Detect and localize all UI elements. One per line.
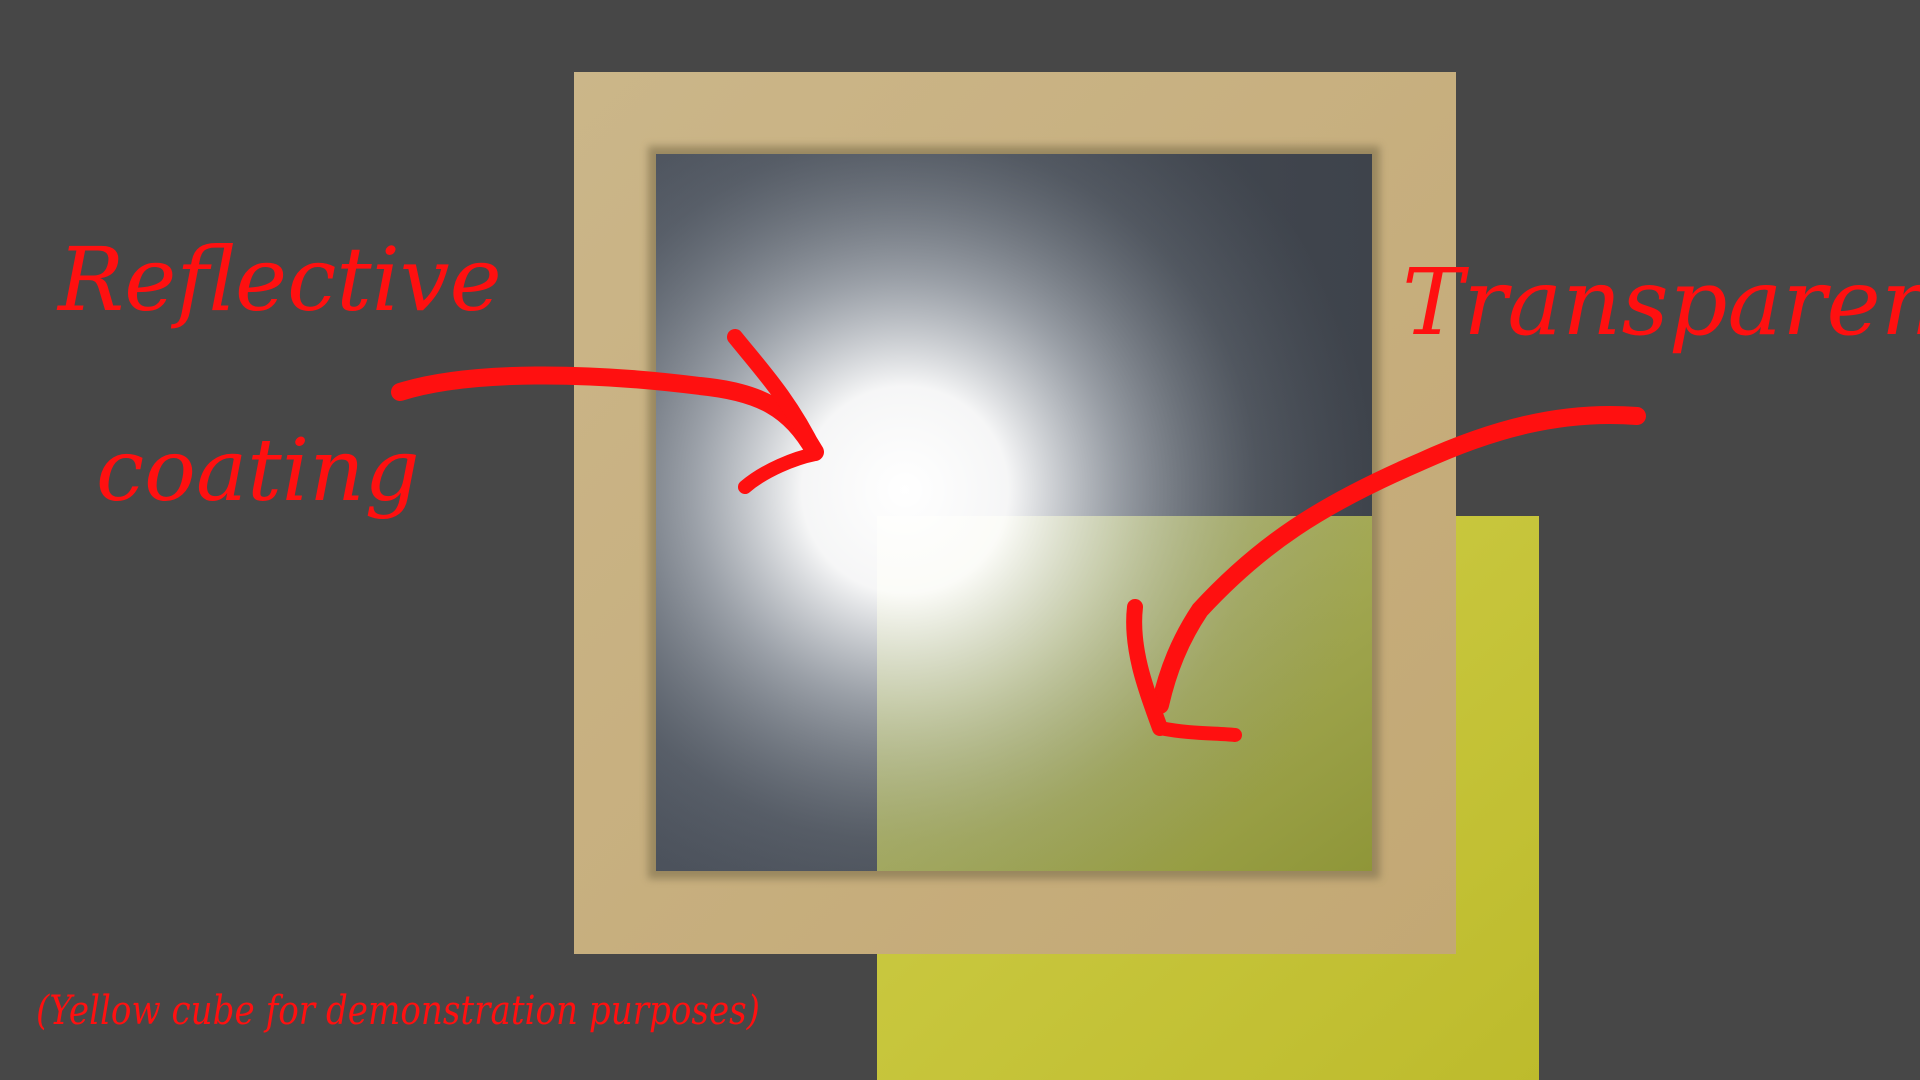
reflective-label-line2: coating <box>96 421 420 521</box>
reflective-label-line1: Reflective <box>56 228 502 331</box>
reflection-highlight <box>656 154 1372 871</box>
glass-pane <box>656 154 1372 871</box>
mirror-illustration: Reflective coating Transparent (Yellow c… <box>36 72 1920 1080</box>
footnote-label: (Yellow cube for demonstration purposes) <box>36 988 760 1034</box>
transparent-label: Transparent <box>1402 249 1920 356</box>
diagram-canvas: Reflective coating Transparent (Yellow c… <box>0 0 1920 1080</box>
